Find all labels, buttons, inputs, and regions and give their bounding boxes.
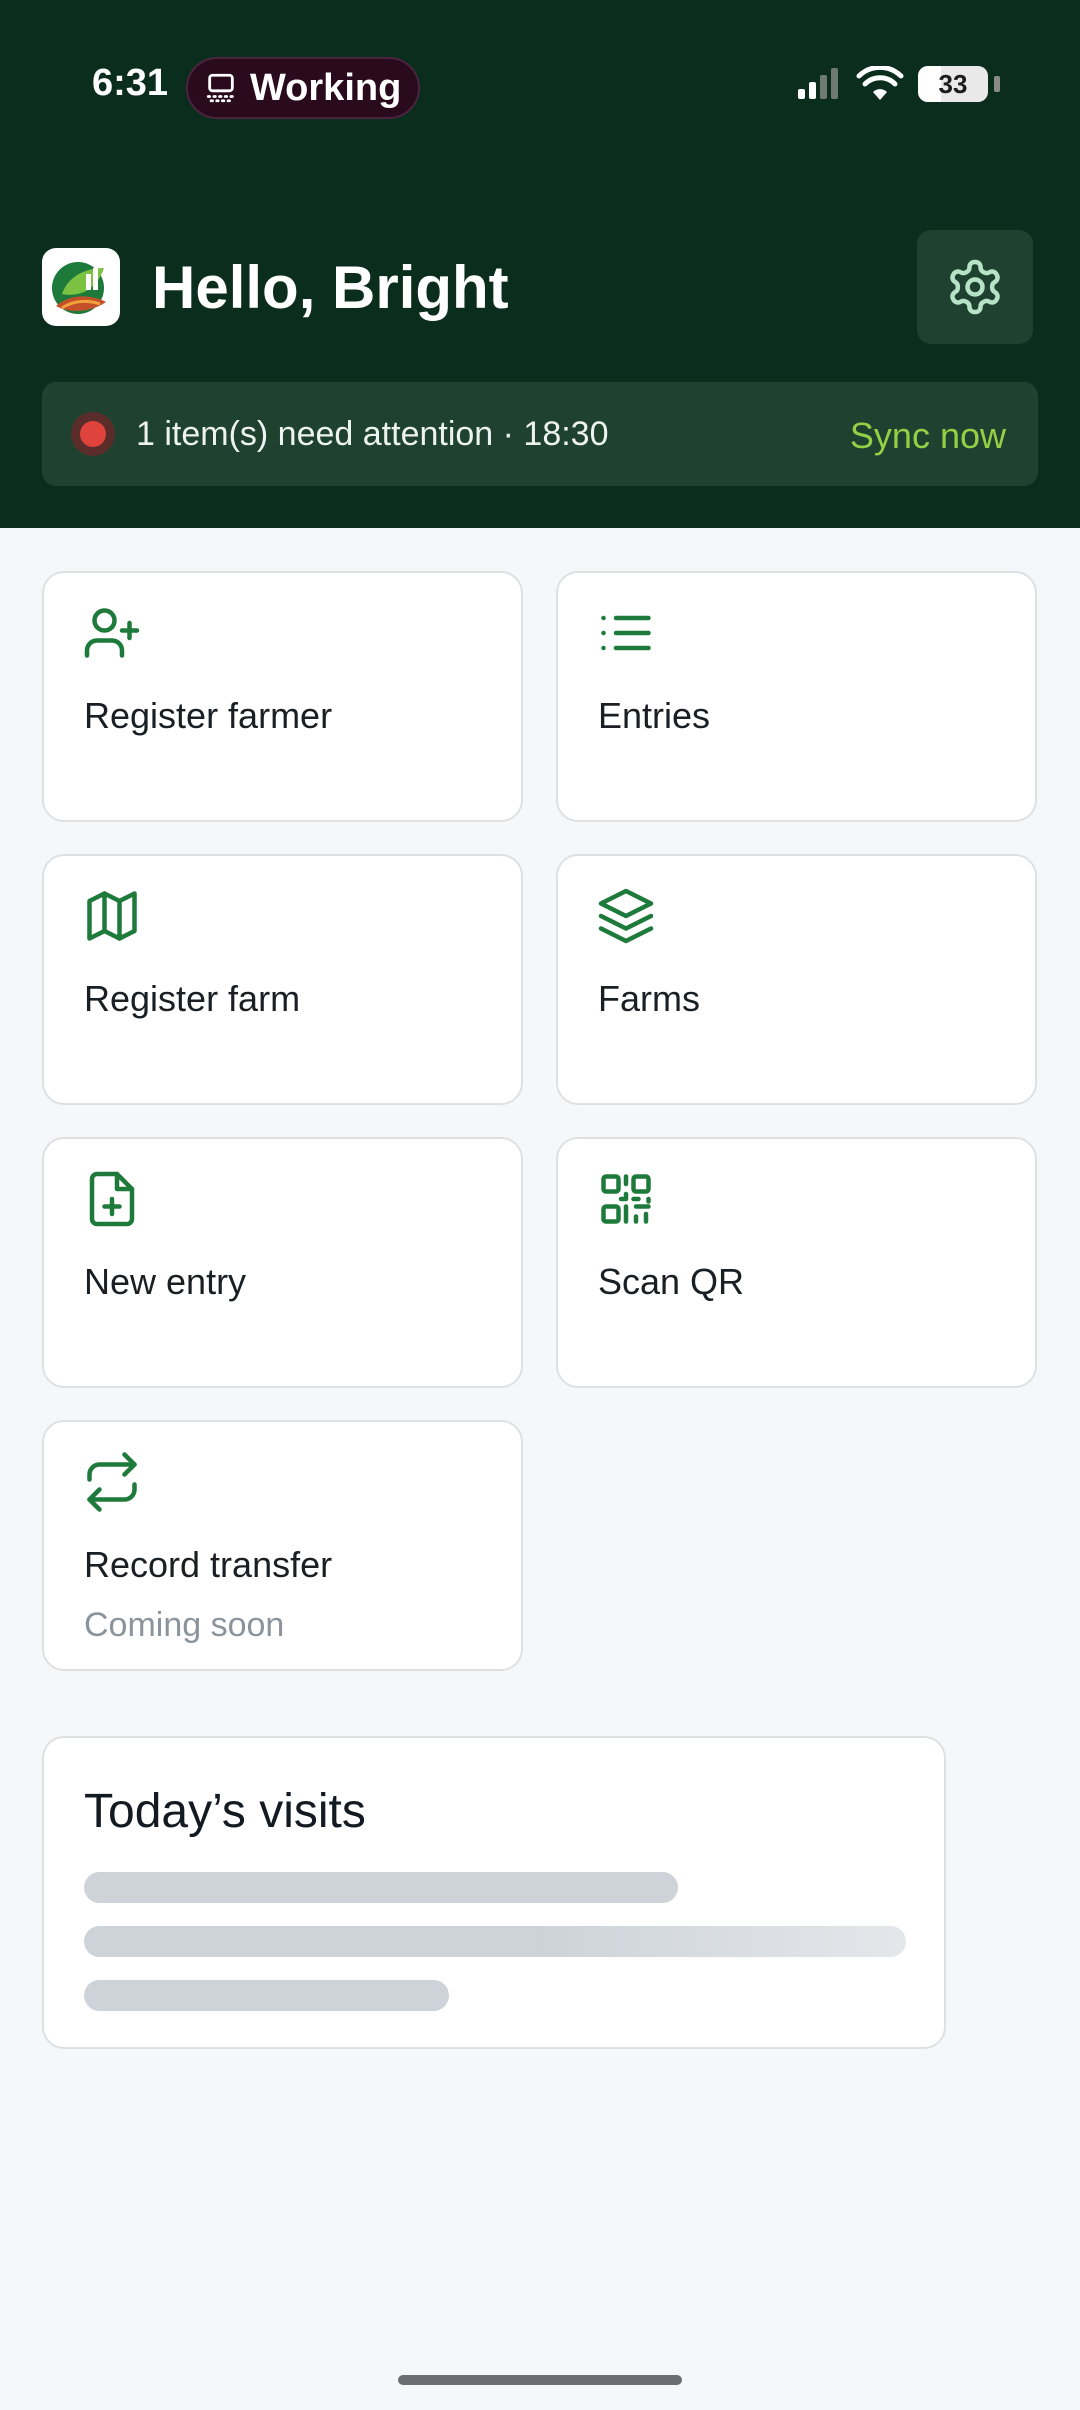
record-transfer-card[interactable]: Record transfer Coming soon bbox=[42, 1420, 523, 1671]
file-plus-icon bbox=[89, 1171, 135, 1227]
repeat-arrows-icon bbox=[87, 1452, 137, 1512]
farm-leaf-logo-icon bbox=[42, 248, 120, 326]
register-farm-card[interactable]: Register farm bbox=[42, 854, 523, 1105]
card-label: Record transfer bbox=[84, 1544, 333, 1585]
status-time: 6:31 bbox=[92, 62, 169, 104]
skeleton-line bbox=[84, 1872, 678, 1903]
card-label: Register farmer bbox=[84, 695, 333, 736]
wifi-icon bbox=[856, 66, 904, 100]
card-label: Scan QR bbox=[598, 1261, 745, 1302]
user-plus-icon bbox=[84, 608, 140, 658]
card-label: Entries bbox=[598, 695, 711, 736]
entries-card[interactable]: Entries bbox=[556, 571, 1037, 822]
skeleton-line bbox=[84, 1926, 906, 1957]
card-label: Register farm bbox=[84, 978, 301, 1019]
todays-visits-title: Today’s visits bbox=[84, 1785, 366, 1838]
new-entry-card[interactable]: New entry bbox=[42, 1137, 523, 1388]
status-bar: 6:31 Working 33 bbox=[0, 0, 1080, 175]
battery-percent: 33 bbox=[938, 68, 968, 99]
scan-qr-card[interactable]: Scan QR bbox=[556, 1137, 1037, 1388]
attention-text: 1 item(s) need attention · 18:30 bbox=[136, 415, 609, 453]
qr-code-icon bbox=[601, 1174, 651, 1224]
battery-nub bbox=[994, 76, 1000, 92]
skeleton-line bbox=[84, 1980, 449, 2011]
activity-pill[interactable]: Working bbox=[186, 57, 420, 119]
greeting-title: Hello, Bright bbox=[152, 254, 509, 321]
computer-icon bbox=[206, 73, 234, 103]
settings-button[interactable] bbox=[917, 230, 1033, 344]
attention-status-dot bbox=[71, 412, 115, 456]
register-farmer-card[interactable]: Register farmer bbox=[42, 571, 523, 822]
home-indicator[interactable] bbox=[398, 2375, 682, 2385]
card-label: New entry bbox=[84, 1261, 247, 1302]
attention-banner: 1 item(s) need attention · 18:30 Sync no… bbox=[42, 382, 1038, 486]
todays-visits-card: Today’s visits bbox=[42, 1736, 946, 2049]
status-icons: 33 bbox=[796, 66, 1000, 102]
battery-indicator: 33 bbox=[918, 66, 988, 102]
cellular-signal-icon bbox=[798, 68, 838, 99]
card-label: Farms bbox=[598, 978, 700, 1019]
app-header: 6:31 Working 33 Hello, Bright 1 item(s) … bbox=[0, 0, 1080, 528]
map-icon bbox=[87, 891, 137, 941]
gear-icon bbox=[950, 259, 1000, 315]
activity-label: Working bbox=[250, 66, 402, 109]
layers-icon bbox=[598, 888, 654, 944]
coming-soon-label: Coming soon bbox=[84, 1606, 285, 1644]
farms-card[interactable]: Farms bbox=[556, 854, 1037, 1105]
list-icon bbox=[601, 615, 651, 651]
sync-now-button[interactable]: Sync now bbox=[850, 414, 1006, 458]
